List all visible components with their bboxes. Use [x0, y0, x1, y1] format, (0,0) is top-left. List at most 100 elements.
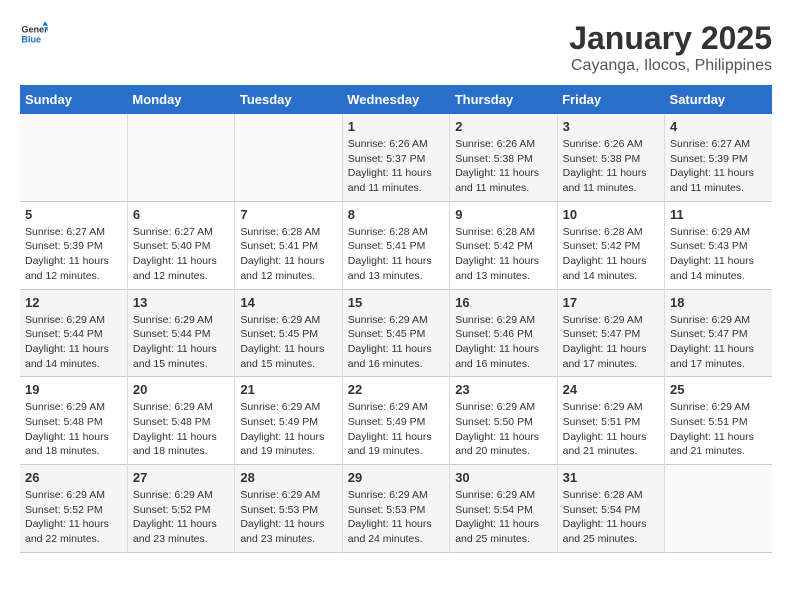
day-info: Sunrise: 6:29 AM Sunset: 5:47 PM Dayligh… — [563, 313, 659, 372]
day-number: 25 — [670, 382, 767, 397]
day-number: 22 — [348, 382, 444, 397]
day-number: 16 — [455, 295, 551, 310]
calendar-day-15: 15Sunrise: 6:29 AM Sunset: 5:45 PM Dayli… — [342, 289, 449, 377]
calendar-day-18: 18 Sunrise: 6:29 AM Sunset: 5:47 PM Dayli… — [665, 289, 772, 377]
day-number: 7 — [240, 207, 336, 222]
day-info: Sunrise: 6:28 AM Sunset: 5:54 PM Dayligh… — [563, 488, 659, 547]
empty-cell — [665, 465, 772, 553]
day-number: 19 — [25, 382, 122, 397]
day-info: Sunrise: 6:29 AM Sunset: 5:45 PM Dayligh… — [240, 313, 336, 372]
day-number: 1 — [348, 119, 444, 134]
day-info: Sunrise: 6:28 AM Sunset: 5:41 PM Dayligh… — [240, 225, 336, 284]
weekday-header-saturday: Saturday — [665, 85, 772, 114]
calendar-day-16: 16Sunrise: 6:29 AM Sunset: 5:46 PM Dayli… — [450, 289, 557, 377]
day-number: 27 — [133, 470, 229, 485]
svg-text:General: General — [21, 25, 48, 35]
day-number: 20 — [133, 382, 229, 397]
calendar-day-22: 22 Sunrise: 6:29 AM Sunset: 5:49 PM Dayli… — [342, 377, 449, 465]
calendar-week-row: 5 Sunrise: 6:27 AM Sunset: 5:39 PM Daylig… — [20, 201, 772, 289]
day-info: Sunrise: 6:29 AM Sunset: 5:48 PM Dayligh… — [133, 400, 229, 459]
day-number: 23 — [455, 382, 551, 397]
day-number: 9 — [455, 207, 551, 222]
day-number: 5 — [25, 207, 122, 222]
weekday-header-thursday: Thursday — [450, 85, 557, 114]
day-info: Sunrise: 6:29 AM Sunset: 5:54 PM Dayligh… — [455, 488, 551, 547]
calendar-day-19: 19 Sunrise: 6:29 AM Sunset: 5:48 PM Dayli… — [20, 377, 127, 465]
title-area: January 2025 Cayanga, Ilocos, Philippine… — [569, 20, 772, 75]
calendar-day-7: 7 Sunrise: 6:28 AM Sunset: 5:41 PM Daylig… — [235, 201, 342, 289]
location-title: Cayanga, Ilocos, Philippines — [569, 57, 772, 75]
day-info: Sunrise: 6:26 AM Sunset: 5:38 PM Dayligh… — [563, 137, 659, 196]
month-title: January 2025 — [569, 20, 772, 57]
day-info: Sunrise: 6:29 AM Sunset: 5:52 PM Dayligh… — [133, 488, 229, 547]
logo: General Blue — [20, 20, 48, 48]
calendar-week-row: 19 Sunrise: 6:29 AM Sunset: 5:48 PM Dayli… — [20, 377, 772, 465]
day-number: 18 — [670, 295, 767, 310]
day-number: 28 — [240, 470, 336, 485]
calendar-day-26: 26 Sunrise: 6:29 AM Sunset: 5:52 PM Dayli… — [20, 465, 127, 553]
day-number: 12 — [25, 295, 122, 310]
calendar-day-8: 8 Sunrise: 6:28 AM Sunset: 5:41 PM Daylig… — [342, 201, 449, 289]
day-number: 6 — [133, 207, 229, 222]
day-number: 17 — [563, 295, 659, 310]
calendar-day-17: 17 Sunrise: 6:29 AM Sunset: 5:47 PM Dayli… — [557, 289, 664, 377]
day-number: 26 — [25, 470, 122, 485]
calendar-day-10: 10Sunrise: 6:28 AM Sunset: 5:42 PM Dayli… — [557, 201, 664, 289]
calendar-day-23: 23Sunrise: 6:29 AM Sunset: 5:50 PM Dayli… — [450, 377, 557, 465]
calendar-day-5: 5 Sunrise: 6:27 AM Sunset: 5:39 PM Daylig… — [20, 201, 127, 289]
calendar-day-21: 21Sunrise: 6:29 AM Sunset: 5:49 PM Dayli… — [235, 377, 342, 465]
day-info: Sunrise: 6:27 AM Sunset: 5:39 PM Dayligh… — [670, 137, 767, 196]
empty-cell — [127, 114, 234, 201]
calendar-day-6: 6 Sunrise: 6:27 AM Sunset: 5:40 PM Daylig… — [127, 201, 234, 289]
weekday-header-wednesday: Wednesday — [342, 85, 449, 114]
day-info: Sunrise: 6:27 AM Sunset: 5:40 PM Dayligh… — [133, 225, 229, 284]
svg-text:Blue: Blue — [21, 34, 41, 44]
calendar-day-1: 1 Sunrise: 6:26 AM Sunset: 5:37 PM Daylig… — [342, 114, 449, 201]
day-number: 15 — [348, 295, 444, 310]
calendar-day-2: 2Sunrise: 6:26 AM Sunset: 5:38 PM Daylig… — [450, 114, 557, 201]
day-number: 31 — [563, 470, 659, 485]
calendar-day-9: 9 Sunrise: 6:28 AM Sunset: 5:42 PM Daylig… — [450, 201, 557, 289]
calendar-day-28: 28 Sunrise: 6:29 AM Sunset: 5:53 PM Dayli… — [235, 465, 342, 553]
calendar-week-row: 12 Sunrise: 6:29 AM Sunset: 5:44 PM Dayli… — [20, 289, 772, 377]
empty-cell — [235, 114, 342, 201]
calendar-week-row: 1 Sunrise: 6:26 AM Sunset: 5:37 PM Daylig… — [20, 114, 772, 201]
day-info: Sunrise: 6:29 AM Sunset: 5:53 PM Dayligh… — [348, 488, 444, 547]
calendar-day-3: 3 Sunrise: 6:26 AM Sunset: 5:38 PM Daylig… — [557, 114, 664, 201]
empty-cell — [20, 114, 127, 201]
calendar-day-14: 14 Sunrise: 6:29 AM Sunset: 5:45 PM Dayli… — [235, 289, 342, 377]
day-info: Sunrise: 6:29 AM Sunset: 5:49 PM Dayligh… — [348, 400, 444, 459]
calendar-day-20: 20 Sunrise: 6:29 AM Sunset: 5:48 PM Dayli… — [127, 377, 234, 465]
day-info: Sunrise: 6:29 AM Sunset: 5:52 PM Dayligh… — [25, 488, 122, 547]
day-info: Sunrise: 6:29 AM Sunset: 5:44 PM Dayligh… — [133, 313, 229, 372]
day-info: Sunrise: 6:29 AM Sunset: 5:49 PM Dayligh… — [240, 400, 336, 459]
calendar-day-30: 30Sunrise: 6:29 AM Sunset: 5:54 PM Dayli… — [450, 465, 557, 553]
calendar-day-12: 12 Sunrise: 6:29 AM Sunset: 5:44 PM Dayli… — [20, 289, 127, 377]
page-header: General Blue January 2025 Cayanga, Iloco… — [20, 20, 772, 75]
calendar-day-25: 25 Sunrise: 6:29 AM Sunset: 5:51 PM Dayli… — [665, 377, 772, 465]
weekday-header-friday: Friday — [557, 85, 664, 114]
calendar-day-11: 11Sunrise: 6:29 AM Sunset: 5:43 PM Dayli… — [665, 201, 772, 289]
day-info: Sunrise: 6:29 AM Sunset: 5:51 PM Dayligh… — [670, 400, 767, 459]
day-info: Sunrise: 6:29 AM Sunset: 5:47 PM Dayligh… — [670, 313, 767, 372]
calendar-day-4: 4Sunrise: 6:27 AM Sunset: 5:39 PM Daylig… — [665, 114, 772, 201]
weekday-header-row: SundayMondayTuesdayWednesdayThursdayFrid… — [20, 85, 772, 114]
day-info: Sunrise: 6:26 AM Sunset: 5:37 PM Dayligh… — [348, 137, 444, 196]
day-number: 2 — [455, 119, 551, 134]
day-info: Sunrise: 6:28 AM Sunset: 5:41 PM Dayligh… — [348, 225, 444, 284]
calendar-day-24: 24Sunrise: 6:29 AM Sunset: 5:51 PM Dayli… — [557, 377, 664, 465]
day-info: Sunrise: 6:27 AM Sunset: 5:39 PM Dayligh… — [25, 225, 122, 284]
day-number: 8 — [348, 207, 444, 222]
day-number: 3 — [563, 119, 659, 134]
day-number: 14 — [240, 295, 336, 310]
day-info: Sunrise: 6:29 AM Sunset: 5:44 PM Dayligh… — [25, 313, 122, 372]
weekday-header-tuesday: Tuesday — [235, 85, 342, 114]
day-info: Sunrise: 6:29 AM Sunset: 5:53 PM Dayligh… — [240, 488, 336, 547]
day-info: Sunrise: 6:28 AM Sunset: 5:42 PM Dayligh… — [455, 225, 551, 284]
logo-icon: General Blue — [20, 20, 48, 48]
calendar-day-27: 27 Sunrise: 6:29 AM Sunset: 5:52 PM Dayli… — [127, 465, 234, 553]
weekday-header-sunday: Sunday — [20, 85, 127, 114]
day-info: Sunrise: 6:29 AM Sunset: 5:48 PM Dayligh… — [25, 400, 122, 459]
day-number: 24 — [563, 382, 659, 397]
weekday-header-monday: Monday — [127, 85, 234, 114]
